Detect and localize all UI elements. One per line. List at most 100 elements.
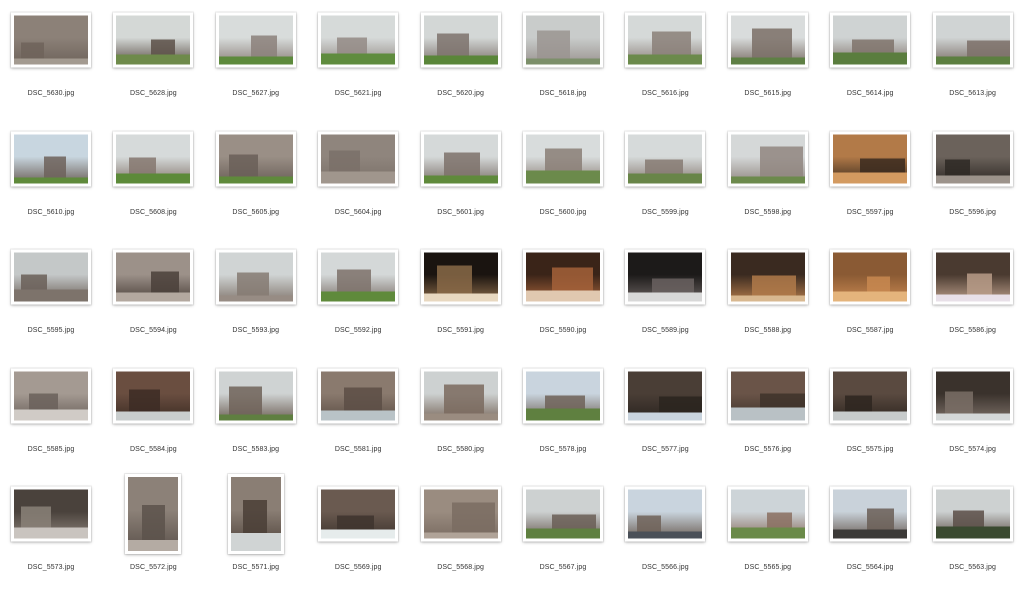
file-thumbnail[interactable] — [523, 131, 603, 186]
file-item[interactable]: DSC_5569.jpg — [307, 474, 409, 592]
file-item[interactable]: DSC_5580.jpg — [410, 356, 512, 474]
file-thumbnail[interactable] — [215, 131, 296, 186]
file-thumbnail[interactable] — [625, 131, 706, 186]
file-thumbnail[interactable] — [932, 249, 1013, 305]
file-item[interactable]: DSC_5572.jpg — [102, 474, 204, 592]
file-thumbnail[interactable] — [830, 249, 911, 305]
file-thumbnail[interactable] — [318, 249, 399, 305]
file-item[interactable]: DSC_5573.jpg — [0, 474, 102, 592]
file-item[interactable]: DSC_5577.jpg — [614, 356, 716, 474]
file-thumbnail[interactable] — [318, 486, 399, 542]
file-item[interactable]: DSC_5601.jpg — [410, 119, 512, 237]
file-item[interactable]: DSC_5628.jpg — [102, 0, 204, 118]
file-thumbnail[interactable] — [318, 12, 399, 68]
file-item[interactable]: DSC_5574.jpg — [922, 356, 1024, 474]
file-item[interactable]: DSC_5563.jpg — [922, 474, 1024, 592]
file-item[interactable]: DSC_5591.jpg — [410, 237, 512, 355]
file-item[interactable]: DSC_5587.jpg — [819, 237, 921, 355]
file-item[interactable]: DSC_5615.jpg — [717, 0, 819, 118]
file-thumbnail[interactable] — [125, 474, 182, 554]
file-thumbnail[interactable] — [113, 12, 194, 68]
file-item[interactable]: DSC_5618.jpg — [512, 0, 614, 118]
file-item[interactable]: DSC_5630.jpg — [0, 0, 102, 118]
file-thumbnail[interactable] — [420, 368, 501, 423]
file-item[interactable]: DSC_5599.jpg — [614, 119, 716, 237]
file-item[interactable]: DSC_5584.jpg — [102, 356, 204, 474]
file-thumbnail[interactable] — [113, 131, 194, 186]
file-thumbnail[interactable] — [215, 249, 296, 305]
file-item[interactable]: DSC_5621.jpg — [307, 0, 409, 118]
file-thumbnail[interactable] — [318, 131, 399, 186]
file-item[interactable]: DSC_5589.jpg — [614, 237, 716, 355]
file-thumbnail[interactable] — [11, 486, 91, 542]
file-thumbnail[interactable] — [932, 368, 1013, 423]
file-thumbnail[interactable] — [932, 486, 1013, 542]
file-thumbnail[interactable] — [11, 249, 91, 305]
file-thumbnail[interactable] — [625, 368, 706, 423]
file-thumbnail[interactable] — [523, 249, 603, 305]
file-item[interactable]: DSC_5610.jpg — [0, 119, 102, 237]
file-thumbnail[interactable] — [215, 12, 296, 68]
file-item[interactable]: DSC_5585.jpg — [0, 356, 102, 474]
file-thumbnail[interactable] — [420, 12, 501, 68]
file-item[interactable]: DSC_5595.jpg — [0, 237, 102, 355]
file-item[interactable]: DSC_5597.jpg — [819, 119, 921, 237]
file-thumbnail[interactable] — [318, 368, 399, 423]
file-thumbnail[interactable] — [625, 249, 706, 305]
file-item[interactable]: DSC_5575.jpg — [819, 356, 921, 474]
file-item[interactable]: DSC_5581.jpg — [307, 356, 409, 474]
file-thumbnail[interactable] — [215, 368, 296, 423]
file-thumbnail[interactable] — [420, 486, 501, 542]
file-item[interactable]: DSC_5566.jpg — [614, 474, 716, 592]
file-thumbnail[interactable] — [523, 12, 603, 68]
file-thumbnail[interactable] — [932, 12, 1013, 68]
file-item[interactable]: DSC_5567.jpg — [512, 474, 614, 592]
file-item[interactable]: DSC_5598.jpg — [717, 119, 819, 237]
file-item[interactable]: DSC_5583.jpg — [205, 356, 307, 474]
file-item[interactable]: DSC_5608.jpg — [102, 119, 204, 237]
file-thumbnail[interactable] — [625, 486, 706, 542]
file-item[interactable]: DSC_5614.jpg — [819, 0, 921, 118]
file-item[interactable]: DSC_5590.jpg — [512, 237, 614, 355]
file-item[interactable]: DSC_5620.jpg — [410, 0, 512, 118]
file-item[interactable]: DSC_5605.jpg — [205, 119, 307, 237]
file-thumbnail[interactable] — [11, 368, 91, 423]
file-item[interactable]: DSC_5588.jpg — [717, 237, 819, 355]
file-item[interactable]: DSC_5600.jpg — [512, 119, 614, 237]
file-thumbnail[interactable] — [830, 12, 911, 68]
file-thumbnail[interactable] — [523, 486, 603, 542]
file-item[interactable]: DSC_5592.jpg — [307, 237, 409, 355]
file-item[interactable]: DSC_5613.jpg — [922, 0, 1024, 118]
file-thumbnail[interactable] — [11, 131, 91, 186]
file-thumbnail[interactable] — [727, 249, 808, 305]
file-thumbnail[interactable] — [420, 249, 501, 305]
file-thumbnail[interactable] — [830, 486, 911, 542]
file-item[interactable]: DSC_5565.jpg — [717, 474, 819, 592]
file-item[interactable]: DSC_5568.jpg — [410, 474, 512, 592]
file-thumbnail[interactable] — [727, 486, 808, 542]
file-thumbnail[interactable] — [727, 368, 808, 423]
file-thumbnail[interactable] — [227, 474, 284, 554]
file-thumbnail[interactable] — [727, 131, 808, 186]
file-item[interactable]: DSC_5593.jpg — [205, 237, 307, 355]
file-thumbnail[interactable] — [830, 131, 911, 186]
file-thumbnail[interactable] — [932, 131, 1013, 186]
file-thumbnail[interactable] — [727, 12, 808, 68]
file-item[interactable]: DSC_5594.jpg — [102, 237, 204, 355]
file-item[interactable]: DSC_5616.jpg — [614, 0, 716, 118]
file-item[interactable]: DSC_5596.jpg — [922, 119, 1024, 237]
file-thumbnail[interactable] — [523, 368, 603, 423]
file-item[interactable]: DSC_5586.jpg — [922, 237, 1024, 355]
file-item[interactable]: DSC_5578.jpg — [512, 356, 614, 474]
file-thumbnail[interactable] — [830, 368, 911, 423]
file-thumbnail[interactable] — [625, 12, 706, 68]
file-thumbnail[interactable] — [420, 131, 501, 186]
file-thumbnail[interactable] — [113, 249, 194, 305]
file-item[interactable]: DSC_5627.jpg — [205, 0, 307, 118]
file-item[interactable]: DSC_5564.jpg — [819, 474, 921, 592]
file-thumbnail[interactable] — [113, 368, 194, 423]
file-item[interactable]: DSC_5576.jpg — [717, 356, 819, 474]
file-thumbnail[interactable] — [11, 12, 91, 68]
file-item[interactable]: DSC_5604.jpg — [307, 119, 409, 237]
file-item[interactable]: DSC_5571.jpg — [205, 474, 307, 592]
